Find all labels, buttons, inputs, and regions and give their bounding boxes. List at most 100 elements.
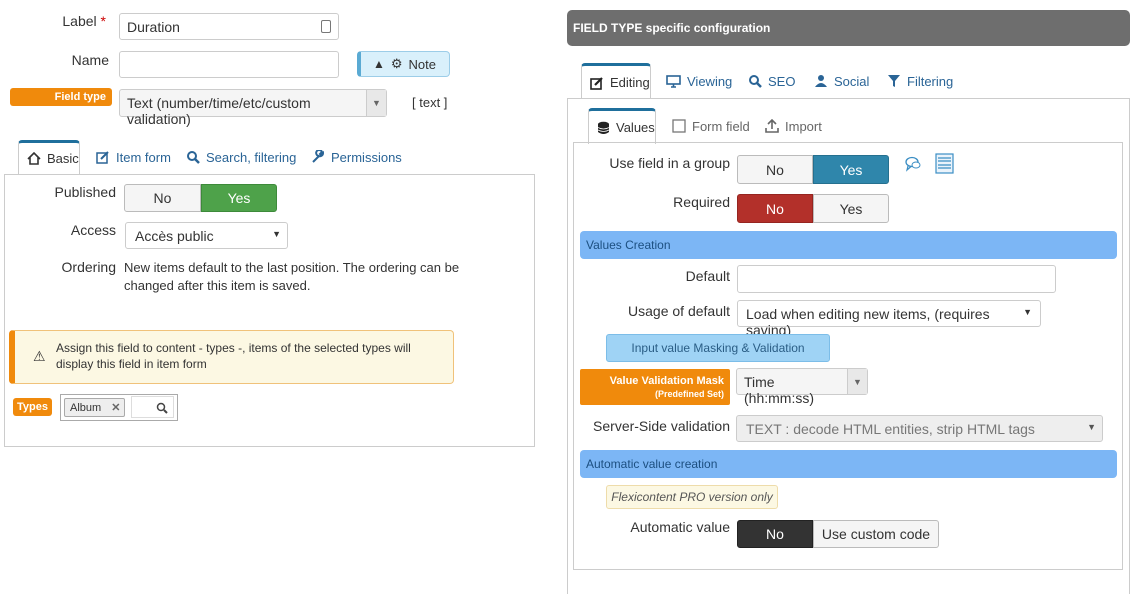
tab-basic-label: Basic bbox=[47, 151, 79, 166]
ordering-text: New items default to the last position. … bbox=[124, 260, 460, 293]
validation-mask-select[interactable]: Time (hh:mm:ss) ▼ bbox=[736, 368, 868, 406]
contact-card-icon[interactable] bbox=[321, 20, 331, 33]
tab-filtering-label: Filtering bbox=[907, 73, 954, 89]
required-no-button[interactable]: No bbox=[737, 194, 813, 223]
subtab-values-label: Values bbox=[616, 120, 655, 135]
types-tag-album: Album ✕ bbox=[64, 398, 125, 417]
server-validation-value: TEXT : decode HTML entities, strip HTML … bbox=[746, 421, 1035, 437]
use-group-label: Use field in a group bbox=[609, 155, 730, 171]
edit-icon bbox=[96, 150, 110, 164]
tab-viewing[interactable]: Viewing bbox=[658, 63, 740, 99]
name-input[interactable] bbox=[119, 51, 339, 78]
tab-basic[interactable]: Basic bbox=[18, 140, 80, 174]
note-button-label: Note bbox=[408, 56, 437, 72]
tab-search-filtering[interactable]: Search, filtering bbox=[178, 140, 304, 174]
caret-down-icon: ▼ bbox=[1087, 422, 1096, 432]
search-icon bbox=[186, 150, 200, 164]
subtab-form-field[interactable]: Form field bbox=[664, 108, 758, 144]
comments-icon[interactable] bbox=[904, 156, 922, 175]
required-yes-button[interactable]: Yes bbox=[813, 194, 889, 223]
tab-social[interactable]: Social bbox=[806, 63, 877, 99]
checkbox-icon bbox=[672, 119, 686, 133]
published-label: Published bbox=[54, 184, 117, 200]
subtab-values[interactable]: Values bbox=[588, 108, 656, 144]
values-creation-header: Values Creation bbox=[580, 231, 1117, 259]
use-group-yes-button[interactable]: Yes bbox=[813, 155, 889, 184]
list-details-icon[interactable] bbox=[935, 153, 954, 177]
validation-mask-value: Time (hh:mm:ss) bbox=[744, 374, 814, 406]
types-search-input[interactable] bbox=[131, 396, 174, 418]
tab-filtering[interactable]: Filtering bbox=[879, 63, 961, 99]
note-button[interactable]: ▲ ⚙ Note bbox=[357, 51, 450, 77]
masking-validation-button[interactable]: Input value Masking & Validation bbox=[606, 334, 830, 362]
tab-item-form-label: Item form bbox=[116, 149, 171, 165]
tab-editing-label: Editing bbox=[610, 75, 650, 90]
tab-permissions[interactable]: Permissions bbox=[303, 140, 410, 174]
home-icon bbox=[27, 152, 41, 165]
field-type-badge: Field type bbox=[10, 88, 112, 106]
warning-icon: ⚠ bbox=[33, 348, 46, 364]
tab-seo[interactable]: SEO bbox=[740, 63, 803, 99]
tab-social-label: Social bbox=[834, 73, 870, 89]
server-validation-label: Server-Side validation bbox=[593, 418, 730, 434]
tab-permissions-label: Permissions bbox=[331, 149, 402, 165]
field-type-code: [ text ] bbox=[412, 95, 448, 110]
search-icon bbox=[156, 401, 168, 417]
published-yes-button[interactable]: Yes bbox=[201, 184, 277, 212]
subtab-import[interactable]: Import bbox=[757, 108, 830, 144]
label-input-value: Duration bbox=[127, 19, 180, 35]
default-label: Default bbox=[685, 268, 730, 284]
ordering-label: Ordering bbox=[61, 259, 116, 275]
tab-seo-label: SEO bbox=[768, 73, 796, 89]
assign-warning-text: Assign this field to content - types -, … bbox=[56, 341, 411, 371]
field-type-config-header: FIELD TYPE specific configuration bbox=[567, 10, 1130, 46]
auto-value-creation-header: Automatic value creation bbox=[580, 450, 1117, 478]
validation-mask-sublabel: (Predefined Set) bbox=[654, 389, 724, 399]
types-multiselect[interactable]: Album ✕ bbox=[60, 394, 178, 421]
field-type-select[interactable]: Text (number/time/etc/custom validation)… bbox=[119, 89, 387, 127]
upload-icon bbox=[765, 119, 779, 133]
types-tag-label: Album bbox=[70, 401, 102, 414]
caret-down-icon: ▼ bbox=[1023, 307, 1032, 317]
types-badge: Types bbox=[13, 398, 52, 416]
monitor-icon bbox=[666, 74, 681, 88]
assign-warning: ⚠ Assign this field to content - types -… bbox=[9, 330, 454, 384]
tab-editing[interactable]: Editing bbox=[581, 63, 651, 99]
subtab-form-field-label: Form field bbox=[692, 118, 750, 134]
field-type-value: Text (number/time/etc/custom validation) bbox=[127, 95, 311, 127]
default-input[interactable] bbox=[737, 265, 1056, 293]
edit-icon bbox=[590, 76, 604, 90]
tab-item-form[interactable]: Item form bbox=[88, 140, 179, 174]
validation-mask-badge: Value Validation Mask (Predefined Set) bbox=[580, 369, 730, 405]
access-select[interactable]: Accès public ▼ bbox=[125, 222, 288, 249]
access-label: Access bbox=[70, 222, 116, 238]
published-no-button[interactable]: No bbox=[124, 184, 201, 212]
label-field-label: Label * bbox=[62, 13, 106, 29]
chevron-down-icon: ▼ bbox=[847, 369, 867, 394]
use-group-no-button[interactable]: No bbox=[737, 155, 813, 184]
remove-tag-icon[interactable]: ✕ bbox=[111, 401, 120, 414]
wrench-icon bbox=[311, 150, 325, 164]
tab-viewing-label: Viewing bbox=[687, 73, 733, 89]
automatic-value-label: Automatic value bbox=[630, 519, 730, 535]
chevron-down-icon: ▼ bbox=[366, 90, 386, 116]
validation-mask-label: Value Validation Mask bbox=[609, 375, 724, 387]
automatic-value-no-button[interactable]: No bbox=[737, 520, 813, 548]
usage-default-select[interactable]: Load when editing new items, (requires s… bbox=[737, 300, 1041, 338]
caret-down-icon: ▼ bbox=[272, 229, 281, 239]
server-validation-select[interactable]: TEXT : decode HTML entities, strip HTML … bbox=[736, 415, 1103, 442]
filter-icon bbox=[887, 74, 901, 88]
pro-version-note: Flexicontent PRO version only bbox=[606, 485, 778, 509]
user-icon bbox=[814, 74, 828, 88]
tab-search-filtering-label: Search, filtering bbox=[206, 149, 297, 165]
usage-default-label: Usage of default bbox=[628, 303, 730, 319]
use-custom-code-button[interactable]: Use custom code bbox=[813, 520, 939, 548]
search-icon bbox=[748, 74, 762, 88]
label-input[interactable]: Duration bbox=[119, 13, 339, 40]
gear-icon: ⚙ bbox=[390, 56, 403, 71]
subtab-import-label: Import bbox=[785, 118, 822, 134]
warning-icon: ▲ bbox=[373, 57, 385, 71]
name-field-label: Name bbox=[71, 52, 109, 68]
database-icon bbox=[597, 121, 610, 135]
access-value: Accès public bbox=[135, 228, 214, 244]
